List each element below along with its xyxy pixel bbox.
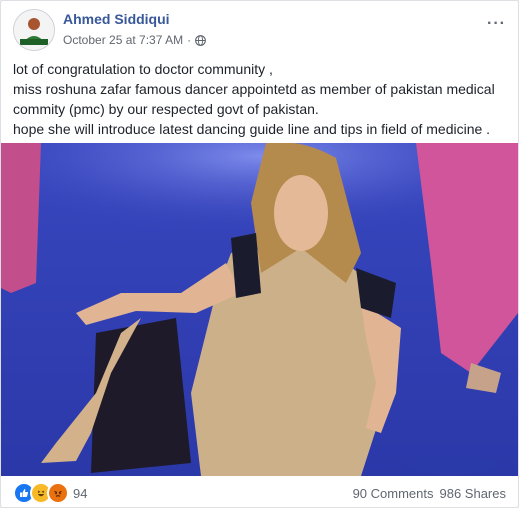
shares-count[interactable]: 986 Shares — [440, 486, 507, 501]
globe-icon[interactable] — [195, 34, 206, 46]
timestamp[interactable]: October 25 at 7:37 AM — [63, 33, 183, 47]
avatar[interactable] — [13, 9, 55, 51]
reactions-summary[interactable]: 94 — [13, 482, 87, 504]
comments-count[interactable]: 90 Comments — [353, 486, 434, 501]
post-card: Ahmed Siddiqui October 25 at 7:37 AM · ·… — [0, 0, 519, 508]
post-header: Ahmed Siddiqui October 25 at 7:37 AM · ·… — [13, 9, 506, 53]
reaction-count[interactable]: 94 — [73, 486, 87, 501]
post-text: lot of congratulation to doctor communit… — [13, 61, 495, 137]
meta-separator: · — [187, 33, 192, 47]
post-footer: 94 90 Comments 986 Shares — [13, 481, 506, 505]
post-photo[interactable] — [1, 143, 518, 476]
author-name[interactable]: Ahmed Siddiqui — [63, 11, 170, 27]
engagement-stats: 90 Comments 986 Shares — [353, 486, 506, 501]
more-options-icon[interactable]: ··· — [487, 15, 506, 33]
angry-icon — [47, 482, 69, 504]
post-meta: October 25 at 7:37 AM · — [63, 33, 206, 47]
